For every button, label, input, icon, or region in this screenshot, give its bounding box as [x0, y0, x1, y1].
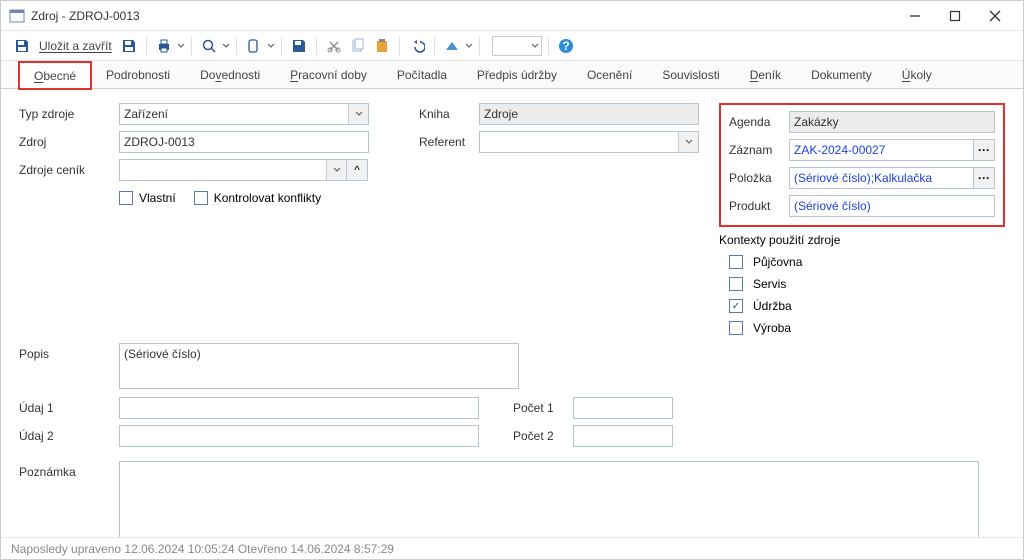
tab-obecn-[interactable]: Obecné	[19, 62, 91, 89]
context-row: Výroba	[719, 317, 1005, 339]
tab-pracovn-doby[interactable]: Pracovní doby	[275, 61, 382, 88]
zaznam-browse-button[interactable]: ···	[973, 139, 995, 161]
context-row: Servis	[719, 273, 1005, 295]
tab-dovednosti[interactable]: Dovednosti	[185, 61, 275, 88]
zdroj-label: Zdroj	[19, 135, 119, 149]
attach-icon[interactable]	[243, 35, 265, 57]
chevron-down-icon	[678, 132, 698, 152]
tab--koly[interactable]: Úkoly	[887, 61, 947, 88]
tab-den-k[interactable]: Deník	[735, 61, 796, 88]
app-window: Zdroj - ZDROJ-0013 Uložit a zavřít ?	[0, 0, 1024, 560]
zdroje-cenik-label: Zdroje ceník	[19, 163, 119, 177]
typ-zdroje-label: Typ zdroje	[19, 107, 119, 121]
udaj2-input[interactable]	[119, 425, 479, 447]
attach-dropdown-icon[interactable]	[267, 42, 275, 50]
chevron-down-icon	[348, 104, 368, 124]
context-checkbox-údržba[interactable]	[729, 299, 743, 313]
context-label: Půjčovna	[753, 255, 802, 269]
zdroj-input[interactable]: ZDROJ-0013	[119, 131, 369, 153]
zoom-dropdown-icon[interactable]	[222, 42, 230, 50]
help-icon[interactable]: ?	[555, 35, 577, 57]
udaj1-input[interactable]	[119, 397, 479, 419]
konflikty-label: Kontrolovat konflikty	[214, 191, 321, 205]
cut-icon[interactable]	[323, 35, 345, 57]
flag-icon[interactable]	[441, 35, 463, 57]
status-bar: Naposledy upraveno 12.06.2024 10:05:24 O…	[1, 537, 1023, 559]
toolbar-combo[interactable]	[492, 36, 542, 56]
vlastni-checkbox[interactable]	[119, 191, 133, 205]
typ-zdroje-value: Zařízení	[124, 107, 168, 121]
referent-label: Referent	[419, 135, 479, 149]
close-button[interactable]	[975, 2, 1015, 30]
zaznam-label: Záznam	[729, 143, 789, 157]
pocet1-input[interactable]	[573, 397, 673, 419]
highlight-agenda-box: Agenda Zakázky Záznam ZAK-2024-00027 ···…	[719, 103, 1005, 227]
zaznam-input[interactable]: ZAK-2024-00027	[789, 139, 974, 161]
save-icon-2[interactable]	[118, 35, 140, 57]
context-checkbox-servis[interactable]	[729, 277, 743, 291]
tab-p-edpis-dr-by[interactable]: Předpis údržby	[462, 61, 572, 88]
copy-icon[interactable]	[347, 35, 369, 57]
titlebar: Zdroj - ZDROJ-0013	[1, 1, 1023, 31]
context-label: Výroba	[753, 321, 791, 335]
pocet2-label: Počet 2	[513, 429, 573, 443]
tab-podrobnosti[interactable]: Podrobnosti	[91, 61, 185, 88]
undo-icon[interactable]	[406, 35, 428, 57]
kniha-field: Zdroje	[479, 103, 699, 125]
pocet1-label: Počet 1	[513, 401, 573, 415]
chevron-down-icon	[326, 160, 346, 180]
context-row: Půjčovna	[719, 251, 1005, 273]
tab-bar: ObecnéPodrobnostiDovednostiPracovní doby…	[1, 61, 1023, 89]
svg-text:?: ?	[562, 39, 569, 53]
udaj2-label: Údaj 2	[19, 429, 119, 443]
form-body: Typ zdroje Zařízení Zdroj ZDROJ-0013 Zdr…	[1, 89, 1023, 537]
save-icon[interactable]	[11, 35, 33, 57]
agenda-label: Agenda	[729, 115, 789, 129]
vlastni-label: Vlastní	[139, 191, 176, 205]
polozka-browse-button[interactable]: ···	[973, 167, 995, 189]
zoom-icon[interactable]	[198, 35, 220, 57]
poznamka-textarea[interactable]	[119, 461, 979, 537]
context-row: Údržba	[719, 295, 1005, 317]
flag-dropdown-icon[interactable]	[465, 42, 473, 50]
tab-dokumenty[interactable]: Dokumenty	[796, 61, 887, 88]
polozka-input[interactable]: (Sériové číslo);Kalkulačka	[789, 167, 974, 189]
context-label: Údržba	[753, 299, 792, 313]
zdroje-cenik-select[interactable]	[119, 159, 347, 181]
typ-zdroje-select[interactable]: Zařízení	[119, 103, 369, 125]
agenda-field: Zakázky	[789, 111, 995, 133]
save-close-button[interactable]: Uložit a zavřít	[39, 39, 112, 53]
context-checkbox-půjčovna[interactable]	[729, 255, 743, 269]
maximize-button[interactable]	[935, 2, 975, 30]
save3-icon[interactable]	[288, 35, 310, 57]
toolbar: Uložit a zavřít ?	[1, 31, 1023, 61]
print-dropdown-icon[interactable]	[177, 42, 185, 50]
popis-textarea[interactable]: (Sériové číslo)	[119, 343, 519, 389]
context-checkbox-výroba[interactable]	[729, 321, 743, 335]
tab-souvislosti[interactable]: Souvislosti	[647, 61, 734, 88]
tab-po-tadla[interactable]: Počítadla	[382, 61, 462, 88]
popis-label: Popis	[19, 343, 119, 389]
app-icon	[9, 8, 25, 24]
konflikty-checkbox[interactable]	[194, 191, 208, 205]
produkt-label: Produkt	[729, 199, 789, 213]
kontexty-label: Kontexty použití zdroje	[719, 229, 1005, 251]
produkt-input[interactable]: (Sériové číslo)	[789, 195, 995, 217]
window-title: Zdroj - ZDROJ-0013	[31, 9, 140, 23]
referent-select[interactable]	[479, 131, 699, 153]
paste-icon[interactable]	[371, 35, 393, 57]
poznamka-label: Poznámka	[19, 461, 119, 537]
context-label: Servis	[753, 277, 786, 291]
status-text: Naposledy upraveno 12.06.2024 10:05:24 O…	[11, 542, 394, 556]
polozka-label: Položka	[729, 171, 789, 185]
cenik-expand-button[interactable]: ^	[346, 159, 368, 181]
tab-ocen-n-[interactable]: Ocenění	[572, 61, 647, 88]
print-icon[interactable]	[153, 35, 175, 57]
minimize-button[interactable]	[895, 2, 935, 30]
pocet2-input[interactable]	[573, 425, 673, 447]
kniha-label: Kniha	[419, 107, 479, 121]
udaj1-label: Údaj 1	[19, 401, 119, 415]
